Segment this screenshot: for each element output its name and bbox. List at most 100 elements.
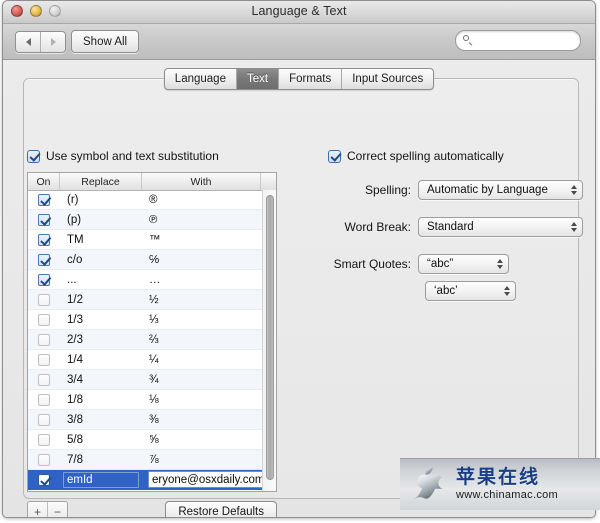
substitution-table: On Replace With (r)®(p)℗TM™c/o℅...…1/2½1… bbox=[27, 172, 277, 492]
search-field[interactable] bbox=[455, 30, 581, 51]
row-with-cell[interactable]: ¾ bbox=[142, 374, 262, 386]
tab-text[interactable]: Text bbox=[236, 69, 278, 89]
chevron-updown-icon bbox=[497, 259, 503, 269]
row-enabled-checkbox[interactable] bbox=[38, 474, 50, 486]
smart-quotes-double-popup[interactable]: “abc” bbox=[418, 254, 509, 274]
scrollbar-thumb[interactable] bbox=[266, 195, 274, 480]
row-enabled-checkbox[interactable] bbox=[38, 214, 50, 226]
content-area: Language Text Formats Input Sources Use … bbox=[3, 60, 595, 518]
table-row[interactable]: 1/8⅛ bbox=[28, 390, 262, 410]
row-enabled-cell bbox=[28, 194, 60, 206]
row-replace-cell[interactable]: 3/4 bbox=[60, 374, 142, 386]
forward-button[interactable] bbox=[40, 32, 65, 52]
row-enabled-cell bbox=[28, 314, 60, 326]
row-with-cell[interactable]: ⅛ bbox=[142, 394, 262, 406]
row-enabled-cell bbox=[28, 274, 60, 286]
row-replace-cell[interactable]: 1/4 bbox=[60, 354, 142, 366]
table-row[interactable]: 1/4¼ bbox=[28, 350, 262, 370]
row-with-cell[interactable]: ⅞ bbox=[142, 454, 262, 466]
replace-edit-input[interactable] bbox=[63, 472, 139, 488]
row-replace-cell[interactable]: c/o bbox=[60, 254, 142, 266]
with-edit-input[interactable] bbox=[148, 471, 262, 488]
row-replace-cell[interactable]: 5/8 bbox=[60, 434, 142, 446]
row-enabled-checkbox[interactable] bbox=[38, 374, 50, 386]
smart-quotes-row: Smart Quotes: “abc” bbox=[328, 254, 583, 274]
column-header-with[interactable]: With bbox=[142, 173, 261, 190]
add-entry-button[interactable]: + bbox=[28, 502, 47, 518]
column-header-on[interactable]: On bbox=[28, 173, 60, 190]
row-enabled-checkbox[interactable] bbox=[38, 454, 50, 466]
row-enabled-checkbox[interactable] bbox=[38, 274, 50, 286]
remove-entry-button[interactable]: − bbox=[47, 502, 67, 518]
row-enabled-checkbox[interactable] bbox=[38, 194, 50, 206]
row-replace-cell[interactable]: 7/8 bbox=[60, 454, 142, 466]
row-replace-cell[interactable]: (r) bbox=[60, 194, 142, 206]
row-enabled-checkbox[interactable] bbox=[38, 354, 50, 366]
smart-quotes-single-popup[interactable]: ‘abc’ bbox=[425, 281, 516, 301]
row-replace-cell[interactable]: 1/3 bbox=[60, 314, 142, 326]
table-row[interactable]: ...… bbox=[28, 270, 262, 290]
row-with-cell[interactable]: ℅ bbox=[142, 254, 262, 266]
watermark-brand: 苹果在线 bbox=[456, 468, 558, 488]
correct-spelling-checkbox[interactable] bbox=[328, 150, 341, 163]
search-input[interactable] bbox=[474, 35, 582, 47]
table-row[interactable]: 2/3⅔ bbox=[28, 330, 262, 350]
tab-formats[interactable]: Formats bbox=[278, 69, 341, 89]
toolbar: Show All bbox=[3, 24, 595, 60]
row-enabled-checkbox[interactable] bbox=[38, 414, 50, 426]
table-row[interactable]: (p)℗ bbox=[28, 210, 262, 230]
row-enabled-checkbox[interactable] bbox=[38, 254, 50, 266]
row-enabled-cell bbox=[28, 254, 60, 266]
row-enabled-checkbox[interactable] bbox=[38, 434, 50, 446]
row-with-cell[interactable]: ™ bbox=[142, 234, 262, 246]
show-all-button[interactable]: Show All bbox=[71, 30, 139, 53]
spelling-popup[interactable]: Automatic by Language bbox=[418, 180, 583, 200]
row-replace-cell[interactable]: TM bbox=[60, 234, 142, 246]
use-substitution-row[interactable]: Use symbol and text substitution bbox=[27, 149, 287, 163]
row-replace-cell[interactable]: 1/8 bbox=[60, 394, 142, 406]
table-row[interactable]: 5/8⅝ bbox=[28, 430, 262, 450]
table-row[interactable]: c/o℅ bbox=[28, 250, 262, 270]
row-enabled-checkbox[interactable] bbox=[38, 234, 50, 246]
table-scrollbar[interactable] bbox=[262, 190, 276, 491]
use-substitution-checkbox[interactable] bbox=[27, 150, 40, 163]
row-enabled-checkbox[interactable] bbox=[38, 334, 50, 346]
row-with-cell[interactable]: ® bbox=[142, 194, 262, 206]
row-with-cell[interactable]: ⅔ bbox=[142, 334, 262, 346]
correct-spelling-row[interactable]: Correct spelling automatically bbox=[328, 149, 583, 163]
row-enabled-checkbox[interactable] bbox=[38, 394, 50, 406]
tab-language[interactable]: Language bbox=[165, 69, 236, 89]
preferences-window: Language & Text Show All Language Text F… bbox=[2, 0, 596, 518]
row-with-cell[interactable]: ¼ bbox=[142, 354, 262, 366]
back-button[interactable] bbox=[16, 32, 40, 52]
row-enabled-cell bbox=[28, 474, 60, 486]
row-replace-cell[interactable]: 1/2 bbox=[60, 294, 142, 306]
row-replace-cell[interactable]: 2/3 bbox=[60, 334, 142, 346]
correct-spelling-label: Correct spelling automatically bbox=[347, 149, 504, 163]
word-break-popup[interactable]: Standard bbox=[418, 217, 583, 237]
table-row[interactable]: 7/8⅞ bbox=[28, 450, 262, 470]
row-replace-cell[interactable]: (p) bbox=[60, 214, 142, 226]
apple-logo-icon bbox=[406, 465, 452, 505]
row-replace-cell[interactable]: 3/8 bbox=[60, 414, 142, 426]
table-row[interactable]: (r)® bbox=[28, 190, 262, 210]
row-replace-cell[interactable]: ... bbox=[60, 274, 142, 286]
row-with-cell[interactable]: ½ bbox=[142, 294, 262, 306]
row-enabled-checkbox[interactable] bbox=[38, 314, 50, 326]
table-row[interactable]: 1/3⅓ bbox=[28, 310, 262, 330]
table-row[interactable]: TM™ bbox=[28, 230, 262, 250]
row-with-cell[interactable]: ⅓ bbox=[142, 314, 262, 326]
navigation-buttons bbox=[15, 31, 66, 53]
row-with-cell[interactable]: … bbox=[142, 274, 262, 286]
row-with-cell[interactable]: ℗ bbox=[142, 214, 262, 226]
row-enabled-checkbox[interactable] bbox=[38, 294, 50, 306]
column-header-replace[interactable]: Replace bbox=[60, 173, 142, 190]
table-row[interactable]: 1/2½ bbox=[28, 290, 262, 310]
row-with-cell[interactable]: ⅜ bbox=[142, 414, 262, 426]
table-row[interactable]: 3/8⅜ bbox=[28, 410, 262, 430]
restore-defaults-button[interactable]: Restore Defaults bbox=[165, 501, 277, 518]
table-row-selected[interactable] bbox=[28, 470, 262, 490]
tab-input-sources[interactable]: Input Sources bbox=[341, 69, 433, 89]
table-row[interactable]: 3/4¾ bbox=[28, 370, 262, 390]
row-with-cell[interactable]: ⅝ bbox=[142, 434, 262, 446]
